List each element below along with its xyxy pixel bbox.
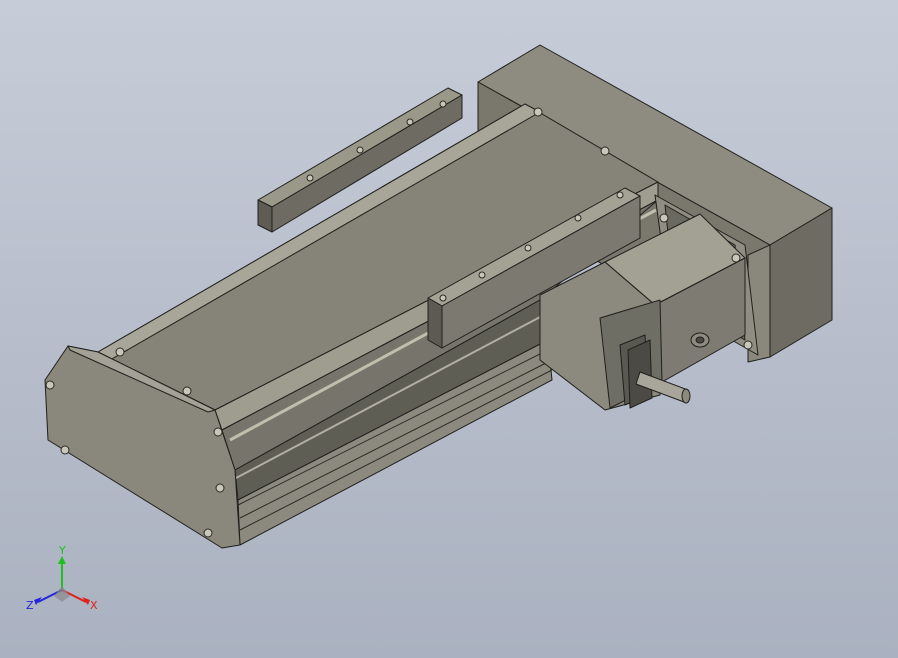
z-axis-label: Z — [26, 599, 34, 612]
motor-connector — [690, 332, 710, 348]
y-axis-label: Y — [58, 544, 66, 557]
x-axis-label: X — [90, 599, 98, 612]
y-arrow-icon — [58, 556, 66, 564]
cad-viewport[interactable]: Y X Z — [0, 0, 898, 658]
orientation-triad[interactable]: Y X Z — [24, 544, 104, 616]
triad-origin-icon — [54, 586, 70, 602]
linear-actuator-model[interactable] — [0, 0, 898, 658]
